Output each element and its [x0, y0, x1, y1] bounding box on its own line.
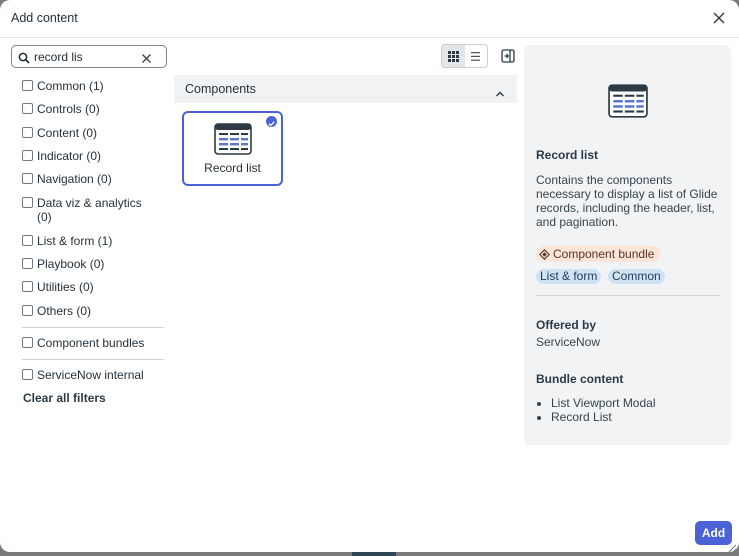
- filter-label: Content (0): [37, 126, 98, 140]
- checkbox[interactable]: [22, 337, 33, 348]
- tag-common: Common: [608, 269, 665, 284]
- component-bundle-badge: Component bundle: [536, 246, 661, 262]
- filter-divider: [22, 359, 164, 360]
- grid-view-button[interactable]: [442, 45, 465, 67]
- filter-controls[interactable]: Controls (0): [22, 102, 100, 116]
- checkbox[interactable]: [22, 258, 33, 269]
- section-title: Components: [185, 82, 256, 96]
- offered-by-value: ServiceNow: [536, 335, 601, 349]
- filter-label: Playbook (0): [37, 257, 105, 271]
- selected-check-icon: [266, 116, 277, 127]
- tag-list-form: List & form: [536, 269, 602, 284]
- filter-navigation[interactable]: Navigation (0): [22, 172, 112, 186]
- filter-label: Component bundles: [37, 336, 145, 350]
- checkbox[interactable]: [22, 150, 33, 161]
- record-list-icon: [214, 123, 252, 155]
- filter-label: Indicator (0): [37, 149, 102, 163]
- search-box: [11, 45, 167, 68]
- collapse-panel-icon[interactable]: [501, 49, 515, 63]
- dialog-header: Add content: [0, 0, 739, 38]
- component-card-record-list[interactable]: Record list: [182, 111, 283, 186]
- checkbox[interactable]: [22, 305, 33, 316]
- bundle-content-label: Bundle content: [536, 372, 624, 386]
- list-item: List Viewport Modal: [551, 396, 656, 410]
- resize-handle-icon[interactable]: [727, 540, 737, 552]
- checkbox[interactable]: [22, 281, 33, 292]
- checkbox[interactable]: [22, 80, 33, 91]
- filter-servicenow-internal[interactable]: ServiceNow internal: [22, 368, 144, 382]
- filter-playbook[interactable]: Playbook (0): [22, 257, 104, 271]
- detail-description: Contains the components necessary to dis…: [536, 173, 718, 229]
- filter-label: List & form (1): [37, 234, 113, 248]
- record-list-icon: [608, 84, 648, 118]
- detail-panel: Record list Contains the components nece…: [524, 45, 731, 445]
- checkbox[interactable]: [22, 369, 33, 380]
- search-input[interactable]: [34, 48, 142, 65]
- filter-label: ServiceNow internal: [37, 368, 144, 382]
- clear-search-icon[interactable]: [141, 51, 152, 63]
- checkbox[interactable]: [22, 103, 33, 114]
- filter-utilities[interactable]: Utilities (0): [22, 280, 94, 294]
- card-label: Record list: [204, 161, 261, 175]
- view-toggle: [441, 44, 488, 68]
- list-icon: [471, 51, 481, 61]
- filter-others[interactable]: Others (0): [22, 304, 91, 318]
- filter-list-form[interactable]: List & form (1): [22, 234, 112, 248]
- filter-label: Utilities (0): [37, 280, 94, 294]
- detail-title: Record list: [536, 148, 599, 162]
- chevron-up-icon: [495, 85, 505, 97]
- components-section-header[interactable]: Components: [174, 75, 517, 103]
- badge-label: Component bundle: [553, 247, 655, 261]
- search-icon: [18, 51, 30, 64]
- checkbox[interactable]: [22, 173, 33, 184]
- filter-label: Controls (0): [37, 102, 100, 116]
- filter-content[interactable]: Content (0): [22, 126, 97, 140]
- filter-label: Common (1): [37, 79, 104, 93]
- add-content-dialog: Add content Common (1) Controls (0) Cont…: [0, 0, 739, 552]
- list-view-button[interactable]: [465, 45, 488, 67]
- checkbox[interactable]: [22, 235, 33, 246]
- filter-label: Others (0): [37, 304, 92, 318]
- background-strip: [352, 552, 396, 556]
- filter-common[interactable]: Common (1): [22, 79, 104, 93]
- grid-icon: [447, 50, 459, 62]
- filter-divider: [22, 327, 164, 328]
- bundle-icon: [539, 248, 550, 260]
- clear-all-filters-link[interactable]: Clear all filters: [23, 391, 106, 405]
- filter-label: Navigation (0): [37, 172, 112, 186]
- dialog-title: Add content: [11, 11, 78, 25]
- filter-label: Data viz & analytics (0): [37, 196, 142, 224]
- list-item: Record List: [551, 410, 656, 424]
- close-icon[interactable]: [711, 10, 727, 26]
- offered-by-label: Offered by: [536, 318, 597, 332]
- filter-indicator[interactable]: Indicator (0): [22, 149, 101, 163]
- detail-divider: [536, 295, 720, 296]
- checkbox[interactable]: [22, 127, 33, 138]
- bundle-content-list: List Viewport Modal Record List: [536, 396, 656, 424]
- filter-component-bundles[interactable]: Component bundles: [22, 336, 144, 350]
- filter-data-viz[interactable]: Data viz & analytics (0): [22, 196, 147, 224]
- checkbox[interactable]: [22, 197, 33, 208]
